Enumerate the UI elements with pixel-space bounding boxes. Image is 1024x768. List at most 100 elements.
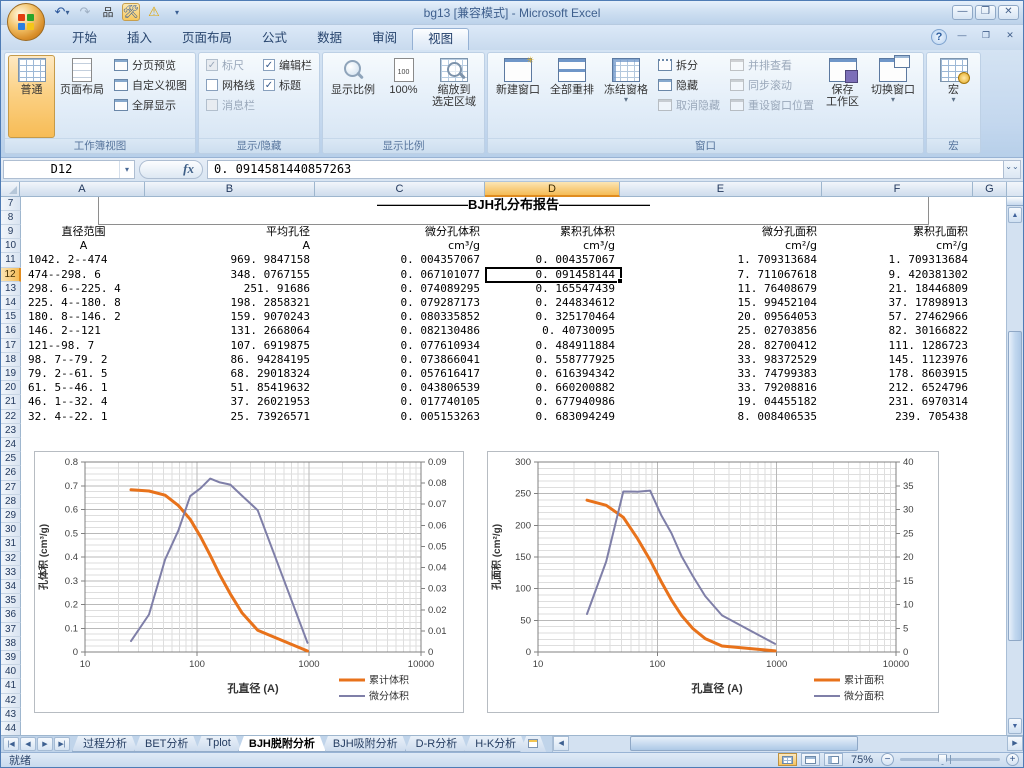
ribbon-tab-页面布局[interactable]: 页面布局 [167, 28, 247, 50]
cell-E21[interactable]: 19. 04455182 [621, 395, 823, 409]
sheet-tab-H-K分析[interactable]: H-K分析 [464, 736, 527, 752]
column-header-E[interactable]: E [620, 182, 822, 197]
row-header-35[interactable]: 35 [1, 594, 21, 608]
cell-C14[interactable]: 0. 079287173 [316, 296, 486, 310]
row-header-20[interactable]: 20 [1, 381, 21, 395]
zoom-out-icon[interactable]: − [881, 753, 894, 766]
sheet-tab-BJH吸附分析[interactable]: BJH吸附分析 [322, 736, 409, 752]
row-header-25[interactable]: 25 [1, 452, 21, 466]
button-全部重排[interactable]: 全部重排 [545, 55, 599, 138]
cell-F11[interactable]: 1. 709313684 [823, 253, 974, 267]
cell-A13[interactable]: 298. 6--225. 4 [21, 282, 146, 296]
cell-F20[interactable]: 212. 6524796 [823, 381, 974, 395]
pore-volume-chart[interactable]: 00.10.20.30.40.50.60.70.800.010.020.030.… [34, 451, 464, 713]
sheet-nav-icon-1[interactable]: ◀ [20, 737, 36, 751]
sheet-nav-icon-0[interactable]: |◀ [3, 737, 19, 751]
pore-area-chart[interactable]: 0501001502002503000510152025303540101001… [487, 451, 939, 713]
button-普通[interactable]: 普通 [8, 55, 55, 138]
undo-icon[interactable]: ↶▾ [53, 3, 71, 21]
cell-E12[interactable]: 7. 711067618 [621, 268, 823, 282]
row-header-42[interactable]: 42 [1, 694, 21, 708]
sheet-tab-过程分析[interactable]: 过程分析 [72, 736, 138, 752]
button-重设窗口位置[interactable]: 重设窗口位置 [727, 96, 817, 114]
cell-B13[interactable]: 251. 91686 [146, 282, 316, 296]
row-header-38[interactable]: 38 [1, 637, 21, 651]
checkbox-消息栏[interactable]: 消息栏 [204, 96, 257, 114]
cell-C20[interactable]: 0. 043806539 [316, 381, 486, 395]
cell-A19[interactable]: 79. 2--61. 5 [21, 367, 146, 381]
button-分页预览[interactable]: 分页预览 [111, 56, 190, 74]
cell-D11[interactable]: 0. 004357067 [486, 253, 621, 267]
row-header-24[interactable]: 24 [1, 438, 21, 452]
button-宏[interactable]: 宏▾ [930, 55, 977, 138]
sheet-tab-BET分析[interactable]: BET分析 [134, 736, 199, 752]
row-header-44[interactable]: 44 [1, 722, 21, 735]
scroll-right-icon[interactable]: ▶ [1007, 736, 1023, 751]
cell-A16[interactable]: 146. 2--121 [21, 324, 146, 338]
cells-area[interactable]: 直径范围平均孔径微分孔体积累积孔体积微分孔面积累积孔面积AAcm³/gcm³/g… [21, 197, 1008, 735]
button-新建窗口[interactable]: 新建窗口 [491, 55, 545, 138]
cell-E10[interactable]: cm²/g [621, 239, 823, 253]
qat-customize-icon[interactable]: ▾ [168, 3, 186, 21]
cell-A22[interactable]: 32. 4--22. 1 [21, 410, 146, 424]
page-break-view-button[interactable] [824, 753, 843, 766]
cell-A21[interactable]: 46. 1--32. 4 [21, 395, 146, 409]
column-header-A[interactable]: A [20, 182, 145, 197]
row-header-14[interactable]: 14 [1, 296, 21, 310]
cell-A10[interactable]: A [21, 239, 146, 253]
cell-B11[interactable]: 969. 9847158 [146, 253, 316, 267]
cell-F15[interactable]: 57. 27462966 [823, 310, 974, 324]
zoom-in-icon[interactable]: + [1006, 753, 1019, 766]
cell-F10[interactable]: cm²/g [823, 239, 974, 253]
cell-D16[interactable]: 0. 40730095 [486, 324, 621, 338]
cell-D22[interactable]: 0. 683094249 [486, 410, 621, 424]
ribbon-tab-视图[interactable]: 视图 [412, 28, 469, 50]
cell-A9[interactable]: 直径范围 [21, 225, 146, 239]
help-icon[interactable]: ? [931, 29, 947, 45]
cell-C17[interactable]: 0. 077610934 [316, 339, 486, 353]
button-缩放到选定区域[interactable]: 缩放到选定区域 [427, 55, 481, 138]
cell-C19[interactable]: 0. 057616417 [316, 367, 486, 381]
workbook-minimize-button[interactable]: — [953, 30, 971, 43]
sheet-tab-D-R分析[interactable]: D-R分析 [405, 736, 469, 752]
cell-B10[interactable]: A [146, 239, 316, 253]
checkbox-标尺[interactable]: ✓标尺 [204, 56, 257, 74]
cell-C9[interactable]: 微分孔体积 [316, 225, 486, 239]
row-header-43[interactable]: 43 [1, 708, 21, 722]
checkbox-编辑栏[interactable]: ✓编辑栏 [261, 56, 314, 74]
button-自定义视图[interactable]: 自定义视图 [111, 76, 190, 94]
redo-icon[interactable]: ↷ [76, 3, 94, 21]
vertical-split-handle[interactable] [1007, 197, 1023, 206]
restore-button[interactable]: ❐ [975, 5, 996, 20]
cell-D14[interactable]: 0. 244834612 [486, 296, 621, 310]
formula-input[interactable]: 0. 0914581440857263 [207, 160, 1004, 179]
row-header-27[interactable]: 27 [1, 481, 21, 495]
row-header-22[interactable]: 22 [1, 410, 21, 424]
page-layout-view-button[interactable] [801, 753, 820, 766]
row-header-28[interactable]: 28 [1, 495, 21, 509]
column-header-D[interactable]: D [485, 182, 620, 197]
row-header-40[interactable]: 40 [1, 665, 21, 679]
cell-E16[interactable]: 25. 02703856 [621, 324, 823, 338]
workbook-restore-button[interactable]: ❐ [977, 30, 995, 43]
office-button[interactable] [7, 3, 45, 41]
row-header-36[interactable]: 36 [1, 608, 21, 622]
row-header-10[interactable]: 10 [1, 239, 21, 253]
row-header-15[interactable]: 15 [1, 310, 21, 324]
cell-F18[interactable]: 145. 1123976 [823, 353, 974, 367]
cell-C10[interactable]: cm³/g [316, 239, 486, 253]
expand-formula-bar-icon[interactable]: ⌄⌄ [1004, 160, 1021, 179]
cell-F19[interactable]: 178. 8603915 [823, 367, 974, 381]
sheet-nav-icon-3[interactable]: ▶| [54, 737, 70, 751]
button-显示比例[interactable]: 显示比例 [326, 55, 380, 138]
button-拆分[interactable]: 拆分 [655, 56, 723, 74]
button-隐藏[interactable]: 隐藏 [655, 76, 723, 94]
zoom-level[interactable]: 75% [847, 754, 877, 766]
zoom-slider[interactable] [900, 758, 1000, 761]
cell-F9[interactable]: 累积孔面积 [823, 225, 974, 239]
row-header-41[interactable]: 41 [1, 679, 21, 693]
cell-F12[interactable]: 9. 420381302 [823, 268, 974, 282]
name-box-dropdown-icon[interactable]: ▾ [119, 161, 134, 178]
row-header-18[interactable]: 18 [1, 353, 21, 367]
cell-D20[interactable]: 0. 660200882 [486, 381, 621, 395]
